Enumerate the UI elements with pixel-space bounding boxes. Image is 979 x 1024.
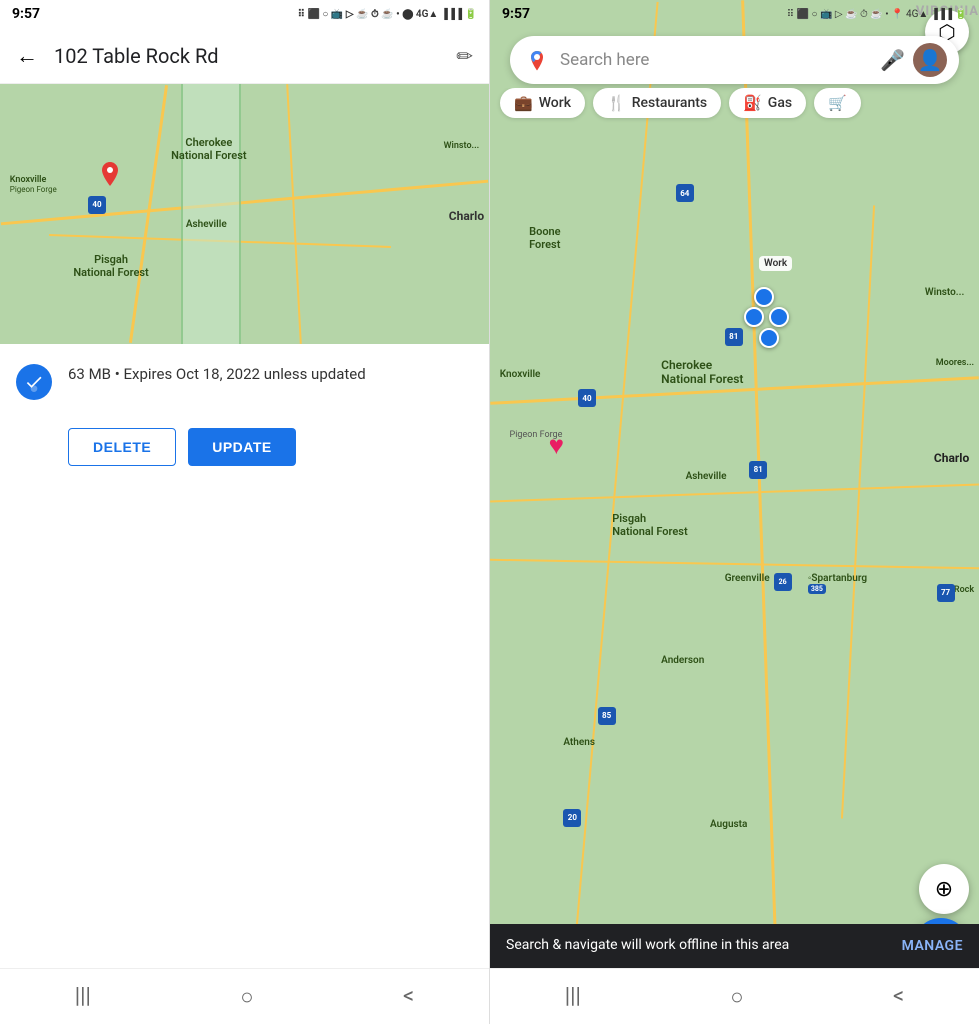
google-maps-logo <box>522 45 552 75</box>
r-label-spartanburg: ◦Spartanburg <box>808 573 867 584</box>
time-left: 9:57 <box>12 6 40 22</box>
search-input[interactable]: Search here <box>560 50 880 70</box>
bottom-nav-left: ||| ○ < <box>0 968 489 1024</box>
road-right-v3 <box>841 205 875 819</box>
status-icons-right: ⠿ ⬛ ○ 📺 ▷ ☕ ⏱ ☕ • 📍 4G▲ ▐▐▐ 🔋 <box>787 9 967 20</box>
r-label-winston: Winsto... <box>925 287 965 298</box>
status-icons-left: ⠿ ⬛ ○ 📺 ▷ ☕ ⏱ ☕ • ⬤ 4G▲ ▐▐▐ 🔋 <box>298 9 477 20</box>
map-label-cherokee: CherokeeNational Forest <box>171 136 246 162</box>
map-label-knoxville: KnoxvillePigeon Forge <box>10 175 57 195</box>
notification-bar: Search & navigate will work offline in t… <box>490 924 979 968</box>
back-button[interactable]: ← <box>16 43 38 69</box>
manage-button[interactable]: MANAGE <box>902 938 963 954</box>
check-icon <box>16 364 52 400</box>
route-81-mid: 81 <box>749 461 767 479</box>
road-v2 <box>287 84 303 344</box>
mic-icon[interactable]: 🎤 <box>880 48 905 72</box>
restaurants-icon: 🍴 <box>607 94 626 112</box>
route-81-top: 81 <box>725 328 743 346</box>
recent-apps-button-right[interactable]: ||| <box>565 984 581 1009</box>
shopping-icon: 🛒 <box>828 94 847 112</box>
road-right-v2 <box>741 0 780 1023</box>
route-64: 64 <box>676 184 694 202</box>
heart-pin: ♥ <box>549 430 564 461</box>
location-button[interactable]: ⊕ <box>919 864 969 914</box>
signal-icons-right: ⠿ ⬛ ○ 📺 ▷ ☕ ⏱ ☕ • 📍 4G▲ ▐▐▐ 🔋 <box>787 9 967 20</box>
r-label-athens: Athens <box>563 737 595 748</box>
r-label-charlotte: Charlo <box>934 451 969 465</box>
r-label-anderson: Anderson <box>661 655 704 666</box>
road-h1 <box>1 180 488 226</box>
map-background-right: BooneForest CherokeeNational Forest Pisg… <box>490 0 979 1024</box>
top-bar-left: ← 102 Table Rock Rd ✏ <box>0 28 489 84</box>
blue-pin-1 <box>754 287 774 307</box>
search-bar[interactable]: Search here 🎤 👤 <box>510 36 959 84</box>
time-right: 9:57 <box>502 6 530 22</box>
notification-text: Search & navigate will work offline in t… <box>506 936 902 956</box>
map-background: CherokeeNational Forest PisgahNational F… <box>0 84 489 344</box>
avatar-image: 👤 <box>918 48 943 72</box>
back-nav-button-right[interactable]: < <box>893 984 904 1009</box>
home-button-right[interactable]: ○ <box>730 984 743 1010</box>
work-map-label: Work <box>759 256 792 271</box>
map-label-winston: Winsto... <box>444 141 480 151</box>
chip-work-label: Work <box>539 95 571 111</box>
r-label-cherokee: CherokeeNational Forest <box>661 358 743 386</box>
home-button[interactable]: ○ <box>240 984 253 1010</box>
route-20: 20 <box>563 809 581 827</box>
location-pin <box>98 162 122 192</box>
gas-icon: ⛽ <box>743 94 762 112</box>
chip-restaurants-label: Restaurants <box>632 95 707 111</box>
user-avatar[interactable]: 👤 <box>913 43 947 77</box>
work-icon: 💼 <box>514 94 533 112</box>
back-nav-button[interactable]: < <box>403 984 414 1009</box>
map-label-pisgah: PisgahNational Forest <box>73 253 148 279</box>
map-thumbnail[interactable]: CherokeeNational Forest PisgahNational F… <box>0 84 489 344</box>
r-label-knoxville: Knoxville <box>500 369 541 380</box>
delete-button[interactable]: DELETE <box>68 428 176 466</box>
chip-shopping[interactable]: 🛒 <box>814 88 861 118</box>
right-panel: BooneForest CherokeeNational Forest Pisg… <box>490 0 979 1024</box>
edit-button[interactable]: ✏ <box>456 44 473 68</box>
page-title: 102 Table Rock Rd <box>54 44 456 68</box>
chip-gas[interactable]: ⛽ Gas <box>729 88 806 118</box>
blue-pin-3 <box>759 328 779 348</box>
route-40-right: 40 <box>578 389 596 407</box>
r-label-asheville: Asheville <box>686 471 727 482</box>
signal-icons-left: ⠿ ⬛ ○ 📺 ▷ ☕ ⏱ ☕ • ⬤ 4G▲ ▐▐▐ 🔋 <box>298 9 477 20</box>
interstate-40: 40 <box>88 196 106 214</box>
map-label-asheville: Asheville <box>186 219 227 230</box>
road-v1 <box>129 85 168 343</box>
button-row: DELETE UPDATE <box>0 420 489 482</box>
highlight-strip <box>181 84 241 344</box>
update-button[interactable]: UPDATE <box>188 428 296 466</box>
chip-restaurants[interactable]: 🍴 Restaurants <box>593 88 721 118</box>
filter-chips: 💼 Work 🍴 Restaurants ⛽ Gas 🛒 <box>490 88 979 126</box>
info-text: 63 MB • Expires Oct 18, 2022 unless upda… <box>68 364 366 385</box>
recent-apps-button[interactable]: ||| <box>75 984 91 1009</box>
blue-pin-4 <box>744 307 764 327</box>
r-label-mooresville: Moores... <box>936 358 974 368</box>
chip-work[interactable]: 💼 Work <box>500 88 585 118</box>
route-77: 77 <box>937 584 955 602</box>
info-section: 63 MB • Expires Oct 18, 2022 unless upda… <box>0 344 489 420</box>
road-right-h2 <box>490 559 979 570</box>
status-bar-right: 9:57 ⠿ ⬛ ○ 📺 ▷ ☕ ⏱ ☕ • 📍 4G▲ ▐▐▐ 🔋 <box>490 0 979 28</box>
blue-pin-2 <box>769 307 789 327</box>
bottom-nav-right: ||| ○ < <box>490 968 979 1024</box>
route-26: 26 <box>774 573 792 591</box>
r-label-pisgah: PisgahNational Forest <box>612 512 687 538</box>
r-label-augusta: Augusta <box>710 819 747 830</box>
r-label-greenville: Greenville <box>725 573 770 584</box>
chip-gas-label: Gas <box>768 95 792 111</box>
map-label-charlotte: Charlo <box>449 209 484 223</box>
route-85: 85 <box>598 707 616 725</box>
road-right-h3 <box>490 483 979 502</box>
r-label-boone: BooneForest <box>529 225 561 251</box>
route-385: 385 <box>808 584 826 594</box>
status-bar-left: 9:57 ⠿ ⬛ ○ 📺 ▷ ☕ ⏱ ☕ • ⬤ 4G▲ ▐▐▐ 🔋 <box>0 0 489 28</box>
left-panel: 9:57 ⠿ ⬛ ○ 📺 ▷ ☕ ⏱ ☕ • ⬤ 4G▲ ▐▐▐ 🔋 ← 102… <box>0 0 490 1024</box>
